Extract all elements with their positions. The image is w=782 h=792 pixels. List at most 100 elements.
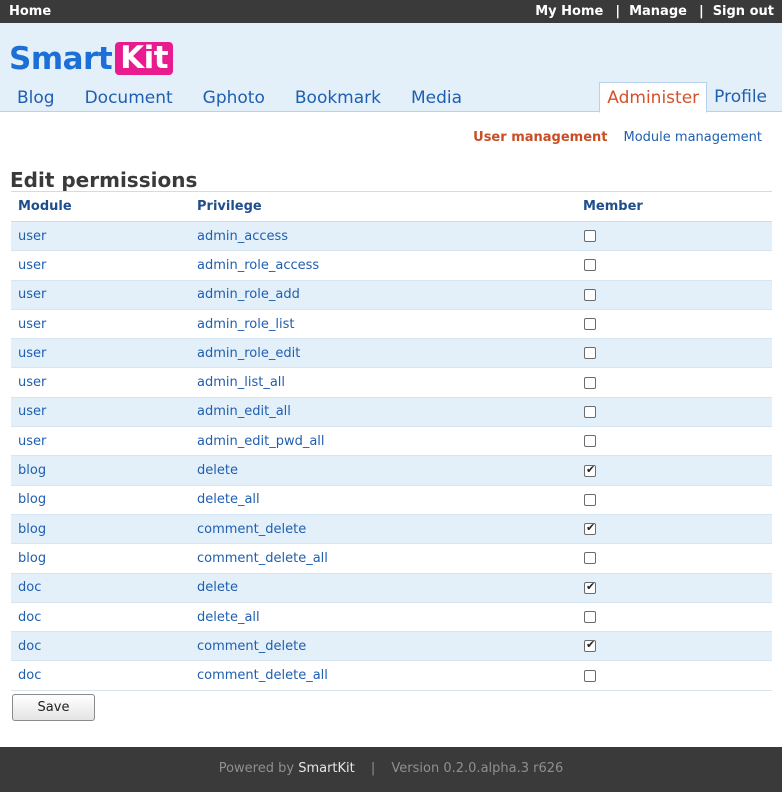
privilege-cell: delete bbox=[190, 573, 576, 603]
privilege-cell: admin_role_list bbox=[190, 309, 576, 340]
table-row: doc comment_delete bbox=[11, 631, 772, 662]
table-row: doc delete bbox=[11, 573, 772, 603]
member-cell bbox=[576, 631, 772, 662]
table-header-row: Module Privilege Member bbox=[11, 191, 772, 222]
member-cell bbox=[576, 660, 772, 691]
table-row: user admin_role_add bbox=[11, 280, 772, 310]
page-title: Edit permissions bbox=[10, 168, 198, 192]
table-body: user admin_access user admin_role_access use… bbox=[11, 221, 772, 691]
module-cell: user bbox=[11, 426, 190, 457]
privilege-cell: comment_delete bbox=[190, 631, 576, 662]
member-checkbox[interactable] bbox=[584, 580, 596, 594]
table-row: user admin_edit_pwd_all bbox=[11, 426, 772, 457]
table-row: blog comment_delete bbox=[11, 514, 772, 545]
member-cell bbox=[576, 543, 772, 574]
nav-bookmark[interactable]: Bookmark bbox=[286, 88, 383, 108]
member-cell bbox=[576, 573, 772, 603]
member-cell bbox=[576, 309, 772, 340]
member-checkbox[interactable] bbox=[584, 259, 596, 272]
member-cell bbox=[576, 397, 772, 428]
table-row: user admin_access bbox=[11, 221, 772, 252]
module-cell: user bbox=[11, 309, 190, 340]
manage-link[interactable]: Manage bbox=[629, 4, 687, 19]
column-header-member: Member bbox=[576, 191, 772, 222]
admin-tabs: Administer Profile bbox=[599, 82, 774, 113]
member-checkbox[interactable] bbox=[584, 435, 596, 448]
privilege-cell: admin_role_access bbox=[190, 250, 576, 281]
member-checkbox[interactable] bbox=[584, 611, 596, 623]
member-checkbox[interactable] bbox=[584, 638, 596, 653]
module-cell: blog bbox=[11, 543, 190, 574]
privilege-cell: admin_role_edit bbox=[190, 338, 576, 369]
user-management-link[interactable]: User management bbox=[473, 130, 607, 145]
privilege-cell: admin_role_add bbox=[190, 280, 576, 310]
sub-nav: User management Module management bbox=[473, 130, 762, 145]
version-label: Version 0.2.0.alpha.3 r626 bbox=[391, 761, 564, 776]
nav-blog[interactable]: Blog bbox=[8, 88, 57, 108]
member-checkbox[interactable] bbox=[584, 376, 596, 389]
member-checkbox[interactable] bbox=[584, 463, 596, 477]
privilege-cell: admin_edit_pwd_all bbox=[190, 426, 576, 457]
module-cell: blog bbox=[11, 485, 190, 515]
sign-out-link[interactable]: Sign out bbox=[713, 4, 774, 19]
logo-text-kit: Kit bbox=[115, 42, 174, 75]
module-cell: doc bbox=[11, 660, 190, 691]
top-bar: Home My Home | Manage | Sign out bbox=[0, 0, 782, 23]
footer-brand-link[interactable]: SmartKit bbox=[298, 761, 355, 776]
member-cell bbox=[576, 426, 772, 457]
member-cell bbox=[576, 485, 772, 515]
module-cell: user bbox=[11, 221, 190, 252]
module-cell: doc bbox=[11, 631, 190, 662]
tab-profile[interactable]: Profile bbox=[707, 82, 774, 113]
member-checkbox[interactable] bbox=[584, 230, 596, 243]
header: Smart Kit Blog Document Gphoto Bookmark M… bbox=[0, 23, 782, 113]
member-checkbox[interactable] bbox=[584, 669, 596, 682]
module-management-link[interactable]: Module management bbox=[624, 130, 763, 145]
member-checkbox[interactable] bbox=[584, 288, 596, 301]
table-row: user admin_role_list bbox=[11, 309, 772, 340]
main-nav: Blog Document Gphoto Bookmark Media bbox=[8, 88, 483, 108]
module-cell: user bbox=[11, 250, 190, 281]
module-cell: doc bbox=[11, 602, 190, 633]
member-checkbox[interactable] bbox=[584, 552, 596, 565]
column-header-module: Module bbox=[11, 191, 190, 222]
member-checkbox[interactable] bbox=[584, 493, 596, 506]
footer: Powered by SmartKit | Version 0.2.0.alph… bbox=[0, 747, 782, 792]
member-cell bbox=[576, 338, 772, 369]
logo-text-smart: Smart bbox=[9, 40, 113, 77]
member-cell bbox=[576, 367, 772, 398]
member-cell bbox=[576, 221, 772, 252]
my-home-link[interactable]: My Home bbox=[535, 4, 603, 19]
table-row: doc delete_all bbox=[11, 602, 772, 633]
privilege-cell: delete_all bbox=[190, 485, 576, 515]
nav-media[interactable]: Media bbox=[402, 88, 464, 108]
privilege-cell: admin_edit_all bbox=[190, 397, 576, 428]
privilege-cell: admin_list_all bbox=[190, 367, 576, 398]
home-link[interactable]: Home bbox=[9, 4, 51, 19]
column-header-privilege: Privilege bbox=[190, 191, 576, 222]
table-row: user admin_edit_all bbox=[11, 397, 772, 428]
member-checkbox[interactable] bbox=[584, 405, 596, 418]
member-cell bbox=[576, 602, 772, 633]
privilege-cell: comment_delete bbox=[190, 514, 576, 545]
table-row: user admin_role_access bbox=[11, 250, 772, 281]
module-cell: user bbox=[11, 280, 190, 310]
nav-gphoto[interactable]: Gphoto bbox=[194, 88, 267, 108]
member-checkbox[interactable] bbox=[584, 318, 596, 331]
member-cell bbox=[576, 280, 772, 310]
smartkit-logo[interactable]: Smart Kit bbox=[9, 40, 174, 77]
powered-by-label: Powered by bbox=[218, 761, 295, 776]
privilege-cell: comment_delete_all bbox=[190, 660, 576, 691]
user-menu: My Home | Manage | Sign out bbox=[535, 4, 774, 19]
table-row: blog comment_delete_all bbox=[11, 543, 772, 574]
tab-administer[interactable]: Administer bbox=[599, 82, 708, 113]
nav-document[interactable]: Document bbox=[76, 88, 175, 108]
privilege-cell: admin_access bbox=[190, 221, 576, 252]
table-row: blog delete_all bbox=[11, 485, 772, 515]
table-row: blog delete bbox=[11, 455, 772, 486]
save-button[interactable]: Save bbox=[12, 694, 95, 721]
module-cell: user bbox=[11, 397, 190, 428]
privilege-cell: delete bbox=[190, 455, 576, 486]
member-checkbox[interactable] bbox=[584, 521, 596, 536]
member-checkbox[interactable] bbox=[584, 347, 596, 360]
